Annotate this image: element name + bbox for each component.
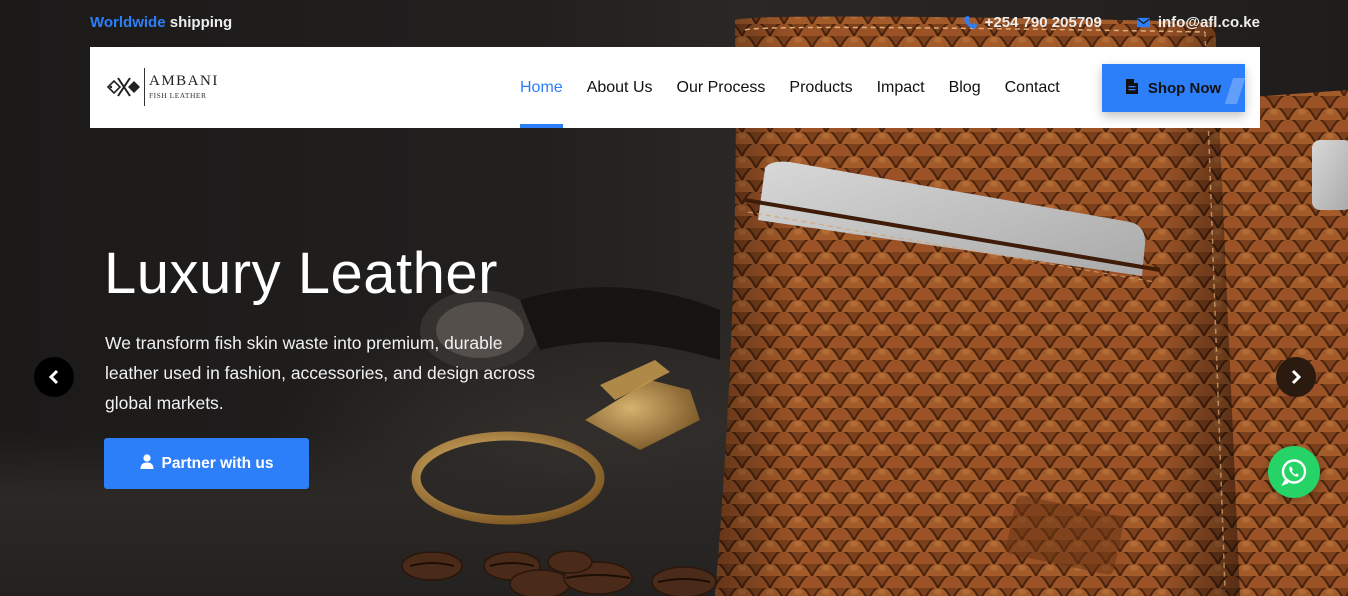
- document-icon: [1125, 78, 1138, 98]
- chevron-left-icon: [48, 369, 59, 385]
- logo-mark-icon: [106, 77, 140, 97]
- partner-with-us-button[interactable]: Partner with us: [104, 438, 309, 489]
- button-decoration: [1224, 78, 1245, 104]
- shop-now-label: Shop Now: [1147, 79, 1222, 97]
- hero-description: We transform fish skin waste into premiu…: [105, 333, 535, 413]
- logo-text: AMBANI FISH LEATHER: [149, 74, 219, 100]
- shipping-accent: Worldwide: [90, 14, 166, 31]
- nav-menu: Home About Us Our Process Products Impac…: [508, 47, 1072, 128]
- logo-divider: [144, 68, 145, 106]
- carousel-next-button[interactable]: [1276, 357, 1316, 397]
- main-navbar: AMBANI FISH LEATHER Home About Us Our Pr…: [90, 47, 1260, 128]
- phone-number: +254 790 205709: [984, 14, 1102, 31]
- nav-item-blog[interactable]: Blog: [937, 47, 993, 128]
- nav-item-our-process[interactable]: Our Process: [665, 47, 778, 128]
- phone-link[interactable]: +254 790 205709: [963, 14, 1102, 31]
- top-info-bar: Worldwide shipping +254 790 205709 info@…: [90, 10, 1260, 36]
- partner-button-label: Partner with us: [161, 454, 274, 472]
- nav-item-contact[interactable]: Contact: [993, 47, 1072, 128]
- brand-logo[interactable]: AMBANI FISH LEATHER: [106, 61, 236, 113]
- email-link[interactable]: info@afl.co.ke: [1136, 14, 1260, 31]
- nav-item-home[interactable]: Home: [508, 47, 575, 128]
- email-address: info@afl.co.ke: [1157, 14, 1260, 31]
- carousel-prev-button[interactable]: [34, 357, 74, 397]
- logo-name: AMBANI: [149, 73, 219, 90]
- contact-info: +254 790 205709 info@afl.co.ke: [963, 14, 1260, 31]
- shop-now-button[interactable]: Shop Now: [1102, 64, 1245, 112]
- envelope-icon: [1136, 15, 1151, 30]
- nav-item-about-us[interactable]: About Us: [575, 47, 665, 128]
- nav-item-products[interactable]: Products: [777, 47, 864, 128]
- nav-item-impact[interactable]: Impact: [865, 47, 937, 128]
- user-icon: [140, 453, 154, 474]
- logo-subtitle: FISH LEATHER: [149, 91, 207, 101]
- phone-icon: [963, 15, 978, 30]
- shipping-notice: Worldwide shipping: [90, 14, 232, 31]
- chevron-right-icon: [1291, 369, 1302, 385]
- hero-title: Luxury Leather: [104, 241, 498, 306]
- whatsapp-chat-button[interactable]: [1268, 446, 1320, 498]
- whatsapp-icon: [1281, 459, 1307, 486]
- shipping-rest: shipping: [165, 14, 233, 31]
